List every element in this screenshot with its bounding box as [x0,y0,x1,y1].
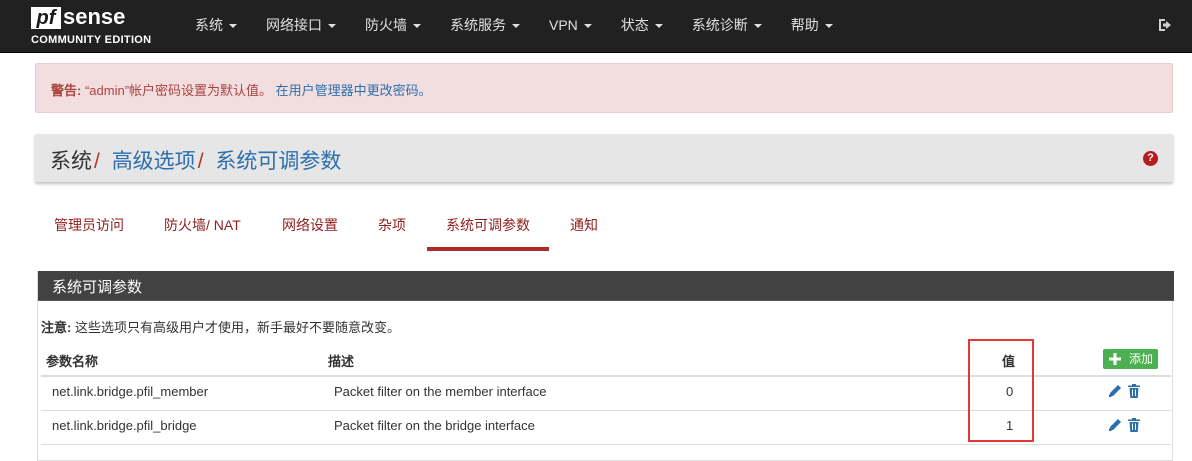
breadcrumb-advanced[interactable]: 高级选项 [112,150,196,173]
nav-item-help[interactable]: 帮助 [776,0,847,52]
top-navbar: pf sense COMMUNITY EDITION 系统 网络接口 防火墙 系… [0,0,1192,53]
panel-title: 系统可调参数 [52,279,143,296]
alert-prefix: 警告: [51,83,82,98]
logo-edition: COMMUNITY EDITION [31,34,152,46]
note-text: 这些选项只有高级用户才使用，新手最好不要随意改变。 [71,320,400,335]
column-header-name: 参数名称 [46,354,99,369]
tunable-description: Packet filter on the bridge interface [334,418,535,433]
nav-item-diagnostics[interactable]: 系统诊断 [677,0,776,52]
sign-out-icon[interactable] [1157,17,1173,33]
note-label: 注意: [41,320,72,335]
nav-item-label: VPN [549,17,578,33]
breadcrumb-separator: / [94,150,100,173]
caret-down-icon [654,24,663,29]
logo-sense: sense [63,4,126,29]
breadcrumb-bar: 系统/ 高级选项/ 系统可调参数 ? [35,134,1173,182]
tunable-description: Packet filter on the member interface [334,384,547,399]
add-button-label: 添加 [1129,352,1154,366]
add-tunable-button[interactable]: 添加 [1103,349,1158,369]
caret-down-icon [583,24,592,29]
caret-down-icon [512,24,520,29]
row-divider [41,444,1171,445]
caret-down-icon [413,24,421,29]
nav-item-label: 状态 [620,17,649,33]
change-password-link[interactable]: 在用户管理器中更改密码。 [276,83,432,98]
nav-item-label: 系统服务 [450,17,506,33]
nav-item-label: 防火墙 [365,17,407,33]
breadcrumb-tunables[interactable]: 系统可调参数 [215,150,341,173]
caret-down-icon [328,24,336,29]
question-circle-icon[interactable]: ? [1143,151,1158,166]
nav-item-firewall[interactable]: 防火墙 [350,0,435,52]
panel-note: 注意: 这些选项只有高级用户才使用，新手最好不要随意改变。 [41,317,400,336]
tab-system-tunables[interactable]: 系统可调参数 [446,215,530,235]
pfsense-logo[interactable]: pf sense COMMUNITY EDITION [31,4,171,47]
tab-miscellaneous[interactable]: 杂项 [378,215,406,235]
caret-down-icon [753,24,762,29]
trash-icon[interactable] [1128,418,1140,432]
pencil-icon[interactable] [1108,384,1122,398]
caret-down-icon [229,24,237,29]
tab-admin-access[interactable]: 管理员访问 [54,215,124,235]
value-column-highlight [968,339,1034,442]
pencil-icon[interactable] [1108,418,1122,432]
nav-item-services[interactable]: 系统服务 [435,0,534,52]
breadcrumb: 系统/ 高级选项/ 系统可调参数 [50,145,341,175]
caret-down-icon [824,24,833,29]
nav-item-system[interactable]: 系统 [180,0,251,52]
nav-item-interfaces[interactable]: 网络接口 [251,0,350,52]
tab-networking[interactable]: 网络设置 [282,215,338,235]
tunable-name: net.link.bridge.pfil_member [52,384,209,399]
tab-firewall-nat[interactable]: 防火墙/ NAT [164,215,241,235]
nav-item-label: 帮助 [790,17,819,33]
nav-item-label: 系统 [195,17,223,33]
alert-text: 警告: “admin”帐户密码设置为默认值。 在用户管理器中更改密码。 [51,80,432,99]
main-menu: 系统 网络接口 防火墙 系统服务 VPN 状态 系统诊断 帮助 [180,0,847,52]
nav-item-label: 系统诊断 [691,17,748,33]
alert-message: “admin”帐户密码设置为默认值。 [81,83,276,98]
tab-notifications[interactable]: 通知 [570,215,598,235]
nav-item-label: 网络接口 [266,17,322,33]
active-tab-indicator [427,247,549,251]
breadcrumb-system: 系统 [50,150,92,173]
trash-icon[interactable] [1128,384,1140,398]
default-password-alert: 警告: “admin”帐户密码设置为默认值。 在用户管理器中更改密码。 [35,63,1173,113]
breadcrumb-separator: / [197,150,204,173]
nav-item-vpn[interactable]: VPN [534,0,606,52]
nav-item-status[interactable]: 状态 [606,0,677,52]
tab-bar: 管理员访问 防火墙/ NAT 网络设置 杂项 系统可调参数 通知 [0,205,1192,251]
logo-pf: pf [31,7,61,29]
plus-icon [1109,353,1121,365]
column-header-description: 描述 [328,354,355,369]
tunable-name: net.link.bridge.pfil_bridge [52,418,197,433]
panel-heading: 系统可调参数 [38,271,1174,301]
